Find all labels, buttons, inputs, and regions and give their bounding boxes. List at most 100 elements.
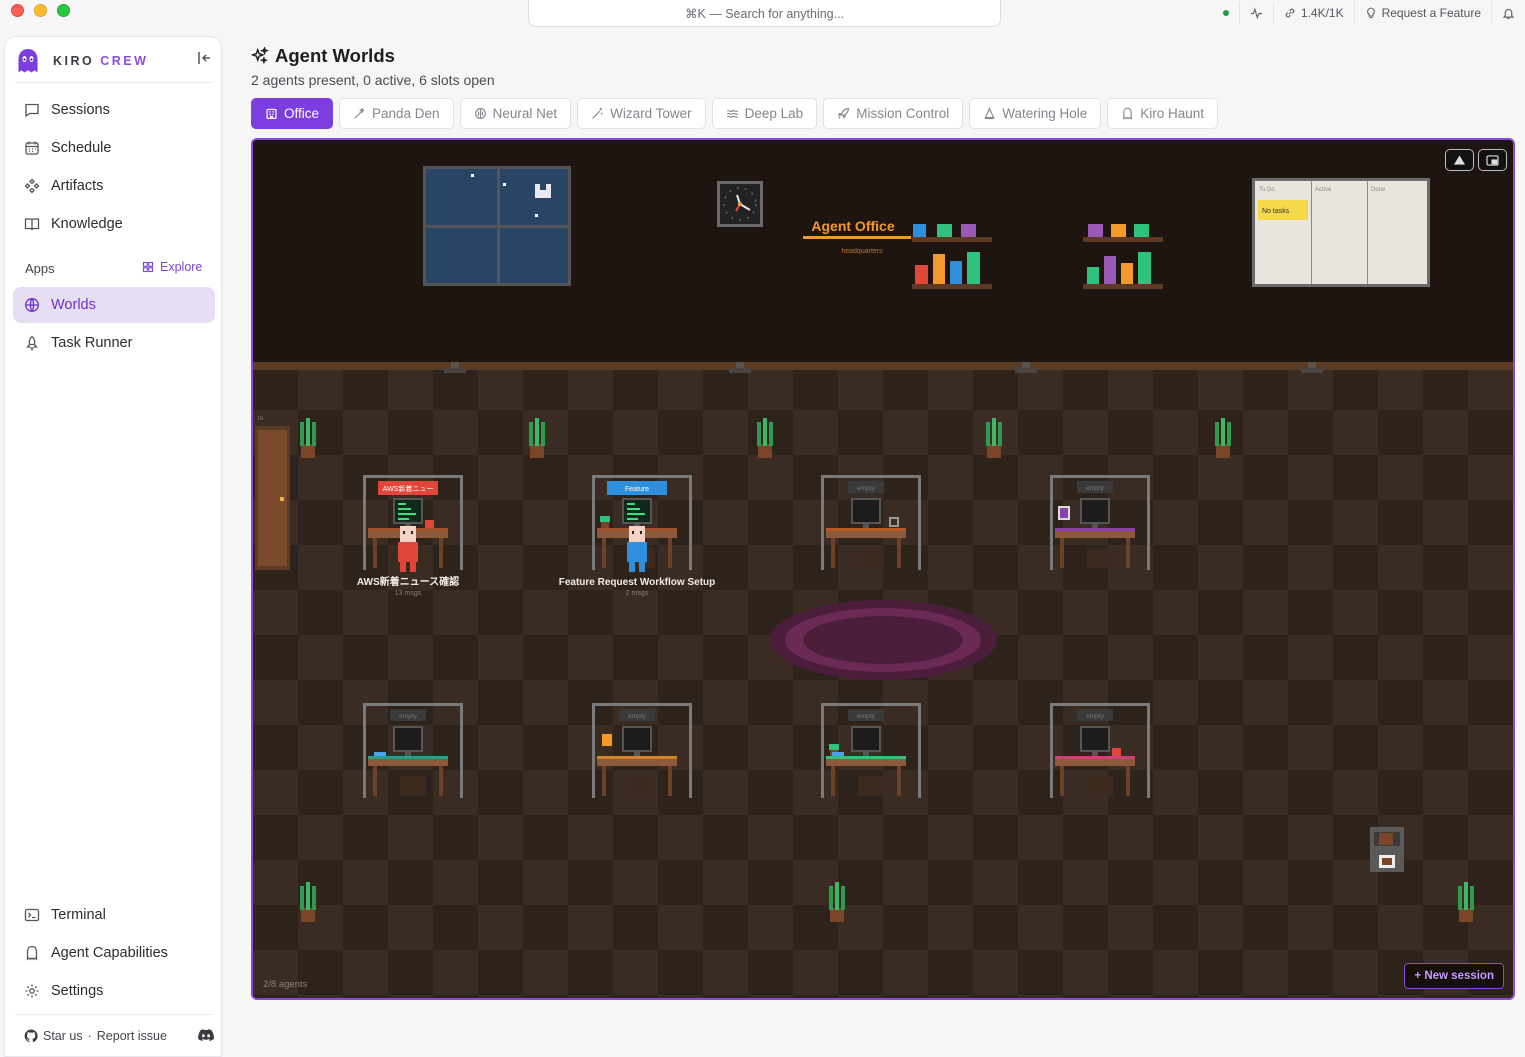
wall-trim	[253, 362, 1513, 370]
building-icon	[266, 108, 277, 119]
report-issue-link[interactable]: Report issue	[97, 1029, 167, 1043]
agent-tag: AWS新着ニュー	[383, 484, 434, 493]
tab-label: Wizard Tower	[610, 106, 692, 121]
nav-label: Worlds	[51, 297, 96, 313]
plant	[986, 418, 1002, 458]
nav-item-terminal[interactable]: Terminal	[13, 897, 215, 933]
plant	[1215, 418, 1231, 458]
rug	[769, 600, 997, 680]
nav-label: Schedule	[51, 140, 112, 156]
plant	[1458, 882, 1474, 922]
wand-sparkle-icon	[354, 107, 365, 119]
tab-watering-hole[interactable]: Watering Hole	[969, 98, 1102, 129]
usage-button[interactable]: 1.4K/1K	[1272, 2, 1354, 24]
plant	[757, 418, 773, 458]
notifications-button[interactable]	[1491, 2, 1525, 24]
page-title-text: Agent Worlds	[275, 45, 395, 66]
nav-item-knowledge[interactable]: Knowledge	[13, 206, 215, 242]
brand-name-right: CREW	[100, 54, 149, 68]
zoom-window-button[interactable]	[57, 4, 70, 17]
nav-item-worlds[interactable]: Worlds	[13, 287, 215, 323]
entrance-door: IN	[255, 416, 290, 570]
chat-bubble-icon	[25, 103, 39, 118]
wall-clock	[717, 181, 763, 227]
tab-kiro-haunt[interactable]: Kiro Haunt	[1107, 98, 1219, 129]
explore-label: Explore	[160, 260, 203, 274]
activity-icon	[1250, 7, 1263, 19]
nav-item-task-runner[interactable]: Task Runner	[13, 325, 215, 361]
discord-icon[interactable]	[198, 1029, 214, 1043]
status-indicator[interactable]	[1213, 2, 1239, 24]
star-us-link[interactable]: Star us	[43, 1029, 83, 1043]
tab-panda-den[interactable]: Panda Den	[339, 98, 454, 129]
empty-slot-label: empty	[628, 713, 646, 720]
globe-icon	[25, 298, 39, 312]
collapse-sidebar-icon[interactable]	[197, 50, 213, 66]
nav-item-agent-capabilities[interactable]: Agent Capabilities	[13, 935, 215, 971]
nav-label: Terminal	[51, 907, 106, 923]
apps-section-label: Apps	[25, 261, 55, 276]
agent-message-count: 13 msgs	[395, 590, 422, 597]
brand-name: KIRO CREW	[53, 54, 148, 68]
request-feature-button[interactable]: Request a Feature	[1353, 2, 1491, 24]
new-session-button[interactable]: + New session	[1404, 963, 1504, 989]
tab-deep-lab[interactable]: Deep Lab	[711, 98, 818, 129]
tab-mission-control[interactable]: Mission Control	[823, 98, 964, 129]
world-canvas[interactable]: Agent Office headquarters To Do Active D…	[251, 138, 1515, 1000]
nav-item-settings[interactable]: Settings	[13, 973, 215, 1009]
office-scene: Agent Office headquarters To Do Active D…	[253, 140, 1513, 998]
brand[interactable]: KIRO CREW	[13, 45, 213, 77]
agent-name: AWS新着ニュース確認	[357, 575, 459, 588]
nav-item-artifacts[interactable]: Artifacts	[13, 168, 215, 204]
empty-slot-label: empty	[1086, 485, 1104, 492]
divider	[15, 82, 213, 83]
nav-item-schedule[interactable]: Schedule	[13, 130, 215, 166]
door-label: IN	[258, 416, 263, 422]
waves-icon	[726, 110, 738, 118]
agents-count: 2/8 agents	[263, 979, 308, 990]
triangle-icon	[1454, 155, 1465, 165]
coffee-machine	[1370, 827, 1404, 872]
bell-icon	[1502, 8, 1515, 19]
activity-button[interactable]	[1238, 2, 1273, 24]
nav-label: Settings	[51, 983, 104, 999]
ghost-icon	[26, 945, 38, 961]
explore-link[interactable]: Explore	[142, 260, 202, 274]
tab-office[interactable]: Office	[251, 98, 334, 129]
nav-label: Artifacts	[51, 178, 104, 194]
nav-label: Agent Capabilities	[51, 945, 168, 961]
titlebar-actions: 1.4K/1K Request a Feature	[1213, 0, 1525, 26]
minimize-window-button[interactable]	[34, 4, 47, 17]
sidebar: KIRO CREW Sessions Schedule Artifacts Kn…	[4, 36, 222, 1057]
tab-neural-net[interactable]: Neural Net	[459, 98, 572, 129]
office-floor	[253, 364, 1513, 998]
brain-icon	[474, 108, 486, 119]
search-bar[interactable]: ⌘K — Search for anything...	[528, 0, 1001, 27]
map-view-button[interactable]	[1445, 149, 1474, 171]
nav-label: Knowledge	[51, 216, 123, 232]
kiro-ghost-logo-icon	[18, 49, 38, 73]
nav-item-sessions[interactable]: Sessions	[13, 92, 215, 128]
divider	[15, 1014, 213, 1015]
empty-slot-label: empty	[1086, 713, 1104, 720]
usage-count: 1.4K/1K	[1300, 6, 1344, 20]
rocket-icon	[837, 108, 850, 119]
tab-label: Mission Control	[856, 106, 950, 121]
cone-icon	[984, 107, 995, 119]
empty-slot-label: empty	[399, 713, 417, 720]
close-window-button[interactable]	[11, 4, 24, 17]
brand-name-left: KIRO	[53, 54, 95, 68]
tab-label: Panda Den	[372, 106, 440, 121]
kanban-column-todo: To Do	[1259, 187, 1275, 193]
agent-name: Feature Request Workflow Setup	[559, 577, 716, 588]
tab-label: Neural Net	[492, 106, 558, 121]
tab-wizard-tower[interactable]: Wizard Tower	[577, 98, 706, 129]
plant	[300, 418, 316, 458]
status-dot-icon	[1222, 10, 1229, 16]
nav-label: Task Runner	[51, 335, 133, 351]
kanban-board: To Do Active Done No tasks	[1252, 178, 1430, 287]
page-title: Agent Worlds	[251, 45, 395, 67]
kanban-column-active: Active	[1315, 187, 1332, 193]
world-tabs: Office Panda Den Neural Net Wizard Tower…	[251, 98, 1219, 129]
picture-in-picture-button[interactable]	[1478, 149, 1507, 171]
